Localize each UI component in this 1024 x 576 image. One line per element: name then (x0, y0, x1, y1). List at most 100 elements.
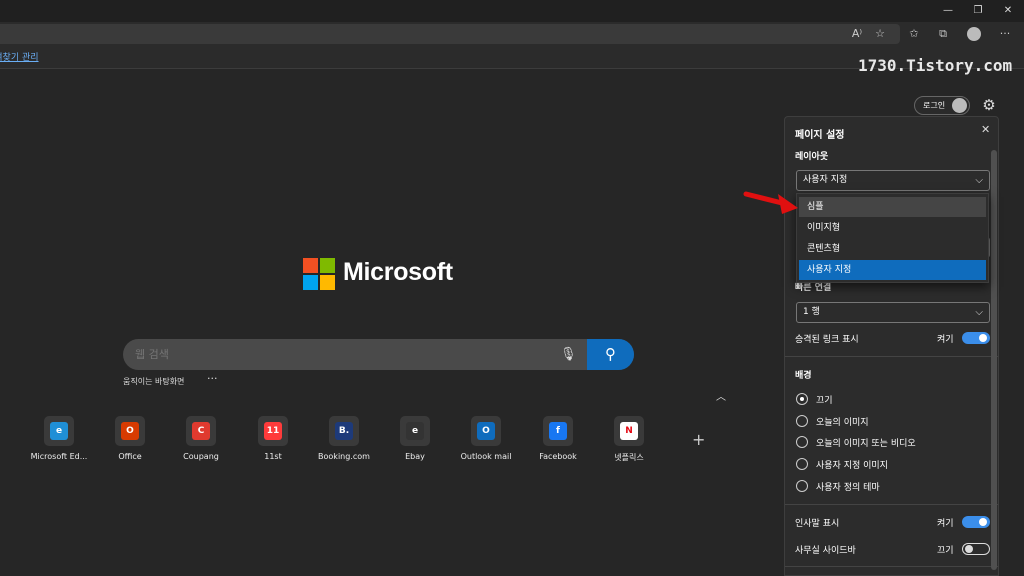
quick-link-tile: O (471, 416, 501, 446)
quick-link-label: Outlook mail (460, 452, 512, 461)
animated-background-link[interactable]: 움직이는 바탕화면 (123, 376, 184, 387)
quick-link-label: 넷플릭스 (614, 453, 644, 462)
add-favorite-icon[interactable]: ☆ (871, 25, 889, 43)
quick-link-label: Facebook (539, 452, 577, 461)
search-box: 🎙 ⚲ (123, 339, 634, 370)
logo-square-yellow (320, 275, 335, 290)
quick-link-netflix[interactable]: N 넷플릭스 (589, 416, 669, 463)
title-bar: — ❐ ✕ (0, 0, 1024, 22)
layout-heading: 레이아웃 (795, 152, 829, 162)
page-settings-panel: 페이지 설정 ✕ 레이아웃 사용자 지정 ⌵ 빠른 연결 1 행 ⌵ 승격된 링… (784, 116, 999, 576)
restore-button[interactable]: ❐ (966, 3, 990, 19)
background-option-label: 사용자 지정 이미지 (816, 461, 888, 471)
quick-link-microsoft-edge[interactable]: e Microsoft Ed... (19, 416, 99, 461)
panel-scrollbar[interactable] (991, 150, 997, 570)
chevron-down-icon: ⌵ (975, 175, 983, 186)
background-radio-custom-image[interactable] (796, 458, 808, 470)
ebay-icon: e (406, 422, 424, 440)
read-aloud-icon[interactable]: A⁾ (848, 25, 866, 43)
quick-link-booking[interactable]: B. Booking.com (304, 416, 384, 461)
promoted-links-label: 승격된 링크 표시 (795, 335, 859, 345)
quick-link-tile: B. (329, 416, 359, 446)
background-radio-daily-image[interactable] (796, 415, 808, 427)
divider (785, 504, 998, 505)
search-button[interactable]: ⚲ (587, 339, 634, 370)
quick-link-tile: O (115, 416, 145, 446)
watermark: 1730.Tistory.com (858, 56, 1013, 75)
quick-link-outlook[interactable]: O Outlook mail (446, 416, 526, 461)
quick-link-tile: e (44, 416, 74, 446)
quick-links-rows-select[interactable]: 1 행 ⌵ (796, 302, 990, 323)
layout-option-content[interactable]: 콘텐츠형 (799, 239, 986, 259)
logo-square-red (303, 258, 318, 273)
edge-icon: e (50, 422, 68, 440)
quick-link-tile: e (400, 416, 430, 446)
minimize-button[interactable]: — (936, 3, 960, 19)
layout-select-value: 사용자 지정 (803, 175, 848, 185)
quick-link-11st[interactable]: 11 11st (233, 416, 313, 461)
coupang-icon: C (192, 422, 210, 440)
netflix-icon: N (620, 422, 638, 440)
layout-option-image[interactable]: 이미지형 (799, 218, 986, 238)
collections-icon[interactable]: ⧉ (934, 25, 952, 43)
greeting-state: 켜기 (937, 519, 954, 529)
background-radio-daily-video[interactable] (796, 436, 808, 448)
booking-icon: B. (335, 422, 353, 440)
favorites-icon[interactable]: ✩ (905, 25, 923, 43)
promoted-links-toggle[interactable] (962, 332, 990, 344)
layout-select[interactable]: 사용자 지정 ⌵ (796, 170, 990, 191)
background-radio-off[interactable] (796, 393, 808, 405)
office-sidebar-state: 끄기 (937, 546, 954, 556)
search-icon: ⚲ (605, 345, 616, 363)
facebook-icon: f (549, 422, 567, 440)
quick-link-label: 11st (264, 452, 282, 461)
quick-link-ebay[interactable]: e Ebay (375, 416, 455, 461)
quick-link-label: Office (118, 452, 142, 461)
microphone-icon[interactable]: 🎙 (560, 347, 577, 362)
promoted-links-state: 켜기 (937, 335, 954, 345)
background-option-label: 오늘의 이미지 (816, 418, 869, 428)
manage-favorites-link[interactable]: 즐겨찾기 관리 (0, 50, 39, 63)
greeting-toggle[interactable] (962, 516, 990, 528)
quick-link-coupang[interactable]: C Coupang (161, 416, 241, 461)
office-sidebar-label: 사무실 사이드바 (795, 546, 856, 556)
quick-link-tile: N (614, 416, 644, 446)
microsoft-title: Microsoft (343, 258, 453, 286)
address-bar[interactable] (0, 24, 900, 44)
edge-new-tab-page: — ❐ ✕ A⁾ ☆ ✩ ⧉ ··· 즐겨찾기 관리 1730.Tistory.… (0, 0, 1024, 576)
add-quick-link-icon[interactable]: + (692, 430, 705, 449)
background-option-label: 오늘의 이미지 또는 비디오 (816, 439, 916, 449)
background-radio-custom-theme[interactable] (796, 480, 808, 492)
quick-link-facebook[interactable]: f Facebook (518, 416, 598, 461)
chevron-down-icon: ⌵ (975, 307, 983, 318)
microsoft-logo (303, 258, 335, 290)
gear-icon[interactable]: ⚙ (980, 96, 998, 114)
chevron-up-icon[interactable]: ︿ (716, 388, 726, 403)
greeting-label: 인사말 표시 (795, 519, 840, 529)
layout-option-simple[interactable]: 심플 (799, 197, 986, 217)
close-window-button[interactable]: ✕ (996, 3, 1020, 19)
11st-icon: 11 (264, 422, 282, 440)
close-icon[interactable]: ✕ (981, 123, 990, 136)
quick-link-tile: C (186, 416, 216, 446)
more-icon[interactable]: ··· (996, 25, 1014, 43)
more-options-icon[interactable]: ··· (207, 372, 218, 385)
red-arrow-annotation (743, 191, 798, 214)
logo-square-blue (303, 275, 318, 290)
profile-icon[interactable] (965, 25, 983, 43)
quick-link-label: Booking.com (318, 452, 370, 461)
quick-link-tile: 11 (258, 416, 288, 446)
background-heading: 배경 (795, 371, 812, 381)
login-label: 로그인 (923, 101, 946, 110)
layout-dropdown-list: 심플 이미지형 콘텐츠형 사용자 지정 (796, 193, 989, 283)
background-option-label: 사용자 정의 테마 (816, 483, 880, 493)
background-option-label: 끄기 (816, 396, 833, 406)
quick-link-tile: f (543, 416, 573, 446)
divider (785, 566, 998, 567)
search-input[interactable] (135, 339, 555, 370)
office-sidebar-toggle[interactable] (962, 543, 990, 555)
quick-link-office[interactable]: O Office (90, 416, 170, 461)
logo-square-green (320, 258, 335, 273)
login-button[interactable]: 로그인 (914, 96, 970, 115)
layout-option-custom[interactable]: 사용자 지정 (799, 260, 986, 280)
